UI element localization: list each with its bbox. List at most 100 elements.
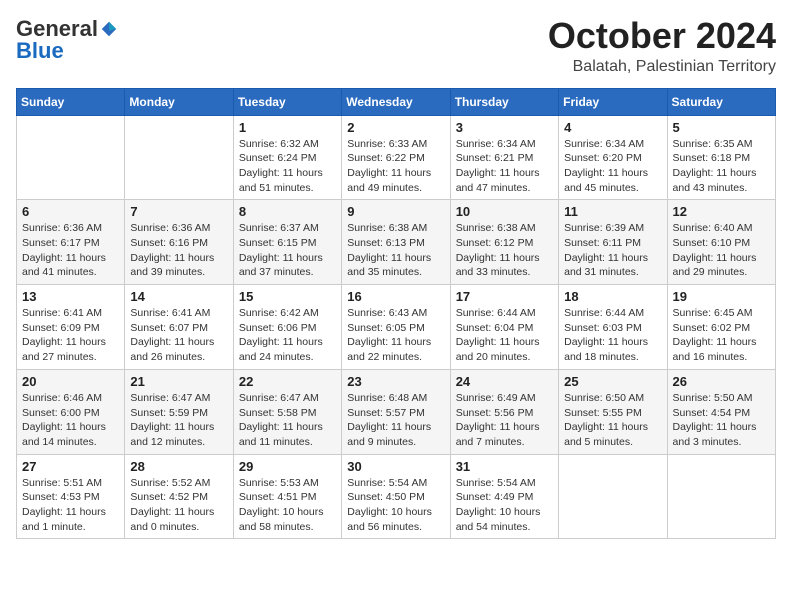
weekday-header-monday: Monday [125, 88, 233, 115]
day-info: Sunrise: 6:44 AMSunset: 6:04 PMDaylight:… [456, 306, 553, 365]
logo-icon [100, 20, 118, 38]
day-info: Sunrise: 6:48 AMSunset: 5:57 PMDaylight:… [347, 391, 444, 450]
day-info: Sunrise: 6:38 AMSunset: 6:12 PMDaylight:… [456, 221, 553, 280]
calendar-week-2: 6 Sunrise: 6:36 AMSunset: 6:17 PMDaylight… [17, 200, 776, 285]
calendar-cell: 9 Sunrise: 6:38 AMSunset: 6:13 PMDaylight… [342, 200, 450, 285]
month-title: October 2024 [548, 16, 776, 56]
day-info: Sunrise: 6:39 AMSunset: 6:11 PMDaylight:… [564, 221, 661, 280]
day-number: 20 [22, 374, 119, 389]
calendar-cell: 1Sunrise: 6:32 AMSunset: 6:24 PMDaylight… [233, 115, 341, 200]
day-info: Sunrise: 6:40 AMSunset: 6:10 PMDaylight:… [673, 221, 770, 280]
calendar-cell: 25 Sunrise: 6:50 AMSunset: 5:55 PMDayligh… [559, 369, 667, 454]
day-number: 19 [673, 289, 770, 304]
calendar-cell: 8 Sunrise: 6:37 AMSunset: 6:15 PMDaylight… [233, 200, 341, 285]
calendar-cell: 13Sunrise: 6:41 AMSunset: 6:09 PMDayligh… [17, 285, 125, 370]
day-info: Sunrise: 6:45 AMSunset: 6:02 PMDaylight:… [673, 306, 770, 365]
day-number: 25 [564, 374, 661, 389]
day-info: Sunrise: 5:52 AMSunset: 4:52 PMDaylight:… [130, 476, 227, 535]
calendar-cell: 26Sunrise: 5:50 AMSunset: 4:54 PMDayligh… [667, 369, 775, 454]
calendar-cell: 6 Sunrise: 6:36 AMSunset: 6:17 PMDaylight… [17, 200, 125, 285]
weekday-header-row: SundayMondayTuesdayWednesdayThursdayFrid… [17, 88, 776, 115]
day-number: 29 [239, 459, 336, 474]
day-number: 5 [673, 120, 770, 135]
day-number: 9 [347, 204, 444, 219]
calendar-cell: 14 Sunrise: 6:41 AMSunset: 6:07 PMDayligh… [125, 285, 233, 370]
day-info: Sunrise: 6:36 AMSunset: 6:17 PMDaylight:… [22, 221, 119, 280]
day-info: Sunrise: 5:53 AMSunset: 4:51 PMDaylight:… [239, 476, 336, 535]
day-info: Sunrise: 6:34 AMSunset: 6:21 PMDaylight:… [456, 137, 553, 196]
day-number: 11 [564, 204, 661, 219]
day-number: 27 [22, 459, 119, 474]
weekday-header-sunday: Sunday [17, 88, 125, 115]
day-number: 16 [347, 289, 444, 304]
day-info: Sunrise: 6:35 AMSunset: 6:18 PMDaylight:… [673, 137, 770, 196]
day-info: Sunrise: 6:41 AMSunset: 6:07 PMDaylight:… [130, 306, 227, 365]
day-info: Sunrise: 5:54 AMSunset: 4:50 PMDaylight:… [347, 476, 444, 535]
calendar-cell [559, 454, 667, 539]
day-info: Sunrise: 6:44 AMSunset: 6:03 PMDaylight:… [564, 306, 661, 365]
weekday-header-wednesday: Wednesday [342, 88, 450, 115]
calendar-week-1: 1Sunrise: 6:32 AMSunset: 6:24 PMDaylight… [17, 115, 776, 200]
calendar-cell: 11 Sunrise: 6:39 AMSunset: 6:11 PMDayligh… [559, 200, 667, 285]
day-number: 14 [130, 289, 227, 304]
day-info: Sunrise: 6:42 AMSunset: 6:06 PMDaylight:… [239, 306, 336, 365]
day-number: 21 [130, 374, 227, 389]
calendar-cell: 29 Sunrise: 5:53 AMSunset: 4:51 PMDayligh… [233, 454, 341, 539]
day-info: Sunrise: 6:36 AMSunset: 6:16 PMDaylight:… [130, 221, 227, 280]
day-number: 4 [564, 120, 661, 135]
calendar-cell: 23 Sunrise: 6:48 AMSunset: 5:57 PMDayligh… [342, 369, 450, 454]
calendar-cell: 15 Sunrise: 6:42 AMSunset: 6:06 PMDayligh… [233, 285, 341, 370]
day-number: 7 [130, 204, 227, 219]
day-info: Sunrise: 6:32 AMSunset: 6:24 PMDaylight:… [239, 137, 336, 196]
title-section: October 2024 Balatah, Palestinian Territ… [548, 16, 776, 76]
day-info: Sunrise: 5:54 AMSunset: 4:49 PMDaylight:… [456, 476, 553, 535]
calendar-week-5: 27 Sunrise: 5:51 AMSunset: 4:53 PMDayligh… [17, 454, 776, 539]
day-info: Sunrise: 6:37 AMSunset: 6:15 PMDaylight:… [239, 221, 336, 280]
calendar-cell: 18 Sunrise: 6:44 AMSunset: 6:03 PMDayligh… [559, 285, 667, 370]
day-number: 10 [456, 204, 553, 219]
day-number: 17 [456, 289, 553, 304]
calendar-week-3: 13Sunrise: 6:41 AMSunset: 6:09 PMDayligh… [17, 285, 776, 370]
weekday-header-thursday: Thursday [450, 88, 558, 115]
calendar-cell: 4 Sunrise: 6:34 AMSunset: 6:20 PMDaylight… [559, 115, 667, 200]
weekday-header-friday: Friday [559, 88, 667, 115]
day-number: 23 [347, 374, 444, 389]
day-number: 8 [239, 204, 336, 219]
calendar-cell: 3Sunrise: 6:34 AMSunset: 6:21 PMDaylight… [450, 115, 558, 200]
calendar-body: 1Sunrise: 6:32 AMSunset: 6:24 PMDaylight… [17, 115, 776, 539]
calendar-cell: 2Sunrise: 6:33 AMSunset: 6:22 PMDaylight… [342, 115, 450, 200]
day-info: Sunrise: 6:47 AMSunset: 5:58 PMDaylight:… [239, 391, 336, 450]
day-number: 15 [239, 289, 336, 304]
calendar-cell [125, 115, 233, 200]
calendar-cell [17, 115, 125, 200]
calendar-cell: 24 Sunrise: 6:49 AMSunset: 5:56 PMDayligh… [450, 369, 558, 454]
day-number: 18 [564, 289, 661, 304]
calendar-cell: 21Sunrise: 6:47 AMSunset: 5:59 PMDayligh… [125, 369, 233, 454]
day-number: 24 [456, 374, 553, 389]
calendar-cell: 19 Sunrise: 6:45 AMSunset: 6:02 PMDayligh… [667, 285, 775, 370]
day-number: 22 [239, 374, 336, 389]
day-number: 12 [673, 204, 770, 219]
weekday-header-saturday: Saturday [667, 88, 775, 115]
weekday-header-tuesday: Tuesday [233, 88, 341, 115]
day-number: 6 [22, 204, 119, 219]
calendar-cell: 28 Sunrise: 5:52 AMSunset: 4:52 PMDayligh… [125, 454, 233, 539]
day-info: Sunrise: 6:49 AMSunset: 5:56 PMDaylight:… [456, 391, 553, 450]
calendar-cell [667, 454, 775, 539]
logo: General Blue [16, 16, 118, 64]
day-number: 28 [130, 459, 227, 474]
day-number: 26 [673, 374, 770, 389]
day-info: Sunrise: 6:46 AMSunset: 6:00 PMDaylight:… [22, 391, 119, 450]
calendar-cell: 22 Sunrise: 6:47 AMSunset: 5:58 PMDayligh… [233, 369, 341, 454]
calendar-table: SundayMondayTuesdayWednesdayThursdayFrid… [16, 88, 776, 540]
day-number: 13 [22, 289, 119, 304]
calendar-week-4: 20 Sunrise: 6:46 AMSunset: 6:00 PMDayligh… [17, 369, 776, 454]
day-info: Sunrise: 5:51 AMSunset: 4:53 PMDaylight:… [22, 476, 119, 535]
day-info: Sunrise: 6:34 AMSunset: 6:20 PMDaylight:… [564, 137, 661, 196]
day-number: 30 [347, 459, 444, 474]
day-info: Sunrise: 6:50 AMSunset: 5:55 PMDaylight:… [564, 391, 661, 450]
calendar-cell: 30 Sunrise: 5:54 AMSunset: 4:50 PMDayligh… [342, 454, 450, 539]
day-info: Sunrise: 6:38 AMSunset: 6:13 PMDaylight:… [347, 221, 444, 280]
day-number: 2 [347, 120, 444, 135]
calendar-cell: 5 Sunrise: 6:35 AMSunset: 6:18 PMDaylight… [667, 115, 775, 200]
